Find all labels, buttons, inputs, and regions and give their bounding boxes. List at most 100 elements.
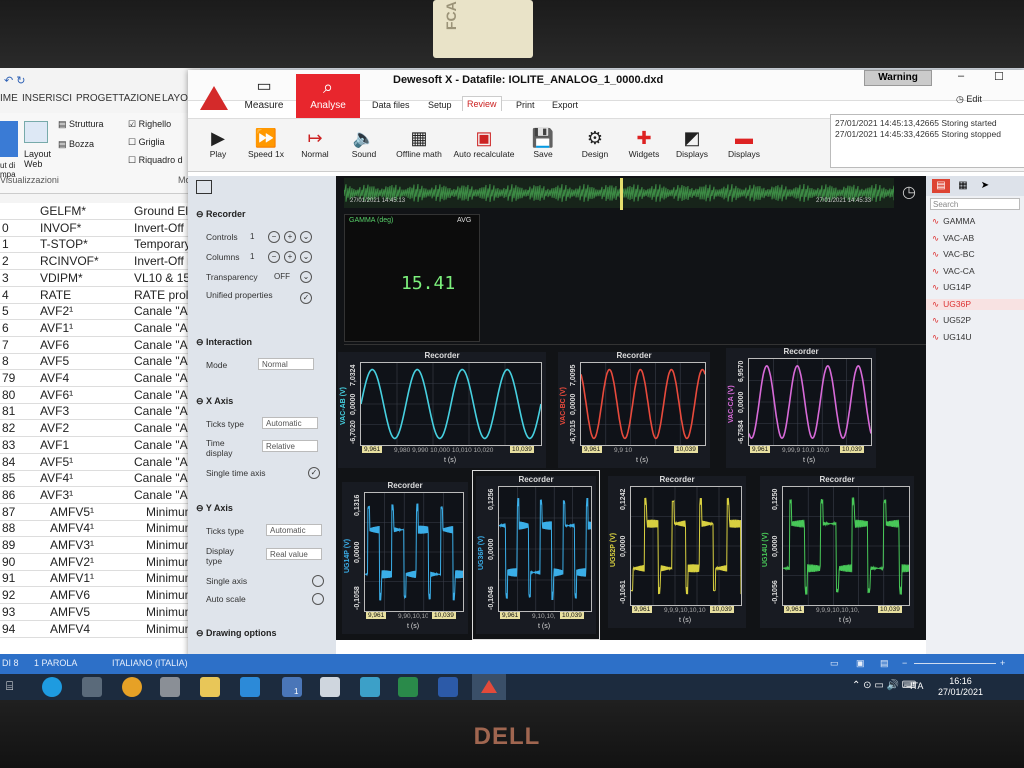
warning-button[interactable]: Warning [864, 70, 932, 86]
outlook-icon[interactable]: 1 [282, 677, 302, 697]
auto-recalculate-button[interactable]: ▣ Auto recalculate [450, 127, 518, 159]
recorder-chart[interactable]: Recorder UG52P (V) 0,1242 0,0000 -0,1061 9,96… [608, 475, 746, 628]
controls-dropdown-button[interactable]: ⌄ [300, 231, 312, 243]
menu-print[interactable]: Print [516, 100, 535, 110]
columns-minus-button[interactable]: − [268, 251, 280, 263]
interaction-section[interactable]: ⊖ Interaction [196, 337, 252, 348]
word-tab-home[interactable]: IME [0, 93, 18, 104]
displays-menu-button[interactable]: ▬ Displays [724, 127, 764, 159]
x-axis-section[interactable]: ⊖ X Axis [196, 396, 233, 407]
channel-item[interactable]: ∿ GAMMA [932, 216, 975, 227]
word-undo-icon[interactable]: ↶ ↻ [4, 74, 26, 87]
measure-button[interactable]: ▭ Measure [232, 74, 296, 118]
play-button[interactable]: ▶ Play [202, 127, 234, 159]
channels-tab-icon[interactable]: ▤ [932, 179, 950, 193]
recorder-chart[interactable]: Recorder VAC-AB (V) 7,0324 0,0000 -6,7020 9,9… [338, 351, 546, 468]
sound-button[interactable]: 🔈 Sound [346, 127, 382, 159]
word-tab-design[interactable]: PROGETTAZIONE [76, 93, 161, 104]
plot-area[interactable] [360, 362, 542, 446]
unified-properties-checkbox[interactable]: ✓ [300, 292, 312, 304]
channel-item[interactable]: ∿ UG52P [932, 315, 971, 326]
speed-button[interactable]: ⏩ Speed 1x [244, 127, 288, 159]
web-layout-view-icon[interactable]: ▤ [880, 658, 889, 669]
edge-icon[interactable] [42, 677, 62, 697]
input-language[interactable]: ITA [910, 681, 923, 691]
columns-dropdown-button[interactable]: ⌄ [300, 251, 312, 263]
taskbar-clock[interactable]: 16:16 27/01/2021 [938, 676, 983, 698]
chrome-icon[interactable] [122, 677, 142, 697]
ticks-type-y-select[interactable]: Automatic [266, 524, 322, 536]
minimize-button[interactable]: – [958, 70, 964, 82]
plot-area[interactable] [748, 358, 872, 446]
plot-area[interactable] [580, 362, 706, 446]
notes-icon[interactable] [320, 677, 340, 697]
save-button[interactable]: 💾 Save [528, 127, 558, 159]
ticks-type-x-select[interactable]: Automatic [262, 417, 318, 429]
analyse-button[interactable]: ⌕ Analyse [296, 74, 360, 118]
design-button[interactable]: ⚙ Design [578, 127, 612, 159]
read-mode-icon[interactable]: ▭ [830, 658, 839, 669]
auto-scale-checkbox[interactable] [312, 593, 324, 605]
print-layout-icon[interactable] [0, 121, 18, 157]
menu-review[interactable]: Review [462, 96, 502, 111]
bozza-button[interactable]: ▤ Bozza [58, 139, 94, 150]
time-display-select[interactable]: Relative [262, 440, 318, 452]
mode-select[interactable]: Normal [258, 358, 314, 370]
word-icon[interactable] [438, 677, 458, 697]
zoom-slider[interactable] [914, 663, 996, 664]
drawing-options-section[interactable]: ⊖ Drawing options [196, 628, 277, 639]
offline-math-button[interactable]: ▦ Offline math [392, 127, 446, 159]
riquadro-checkbox[interactable]: ☐ Riquadro d [128, 155, 183, 166]
zoom-out-button[interactable]: − [902, 658, 907, 668]
edit-button[interactable]: ◷ Edit [956, 94, 982, 105]
struttura-button[interactable]: ▤ Struttura [58, 119, 104, 130]
channel-item[interactable]: ∿ UG14U [932, 332, 971, 343]
recorder-chart[interactable]: Recorder VAC-BC (V) 7,0095 0,0000 -6,7015 9,9… [558, 351, 710, 468]
recorder-chart[interactable]: Recorder UG14U (V) 0,1250 0,0000 -0,1056 9,96… [760, 475, 914, 628]
recorder-chart[interactable]: Recorder UG14P (V) 0,1316 0,0000 -0,1058 9,96… [342, 481, 468, 634]
menu-setup[interactable]: Setup [428, 100, 452, 110]
word-tab-insert[interactable]: INSERISCI [22, 93, 72, 104]
channel-item[interactable]: ∿ UG36P [926, 298, 1024, 310]
single-axis-checkbox[interactable] [312, 575, 324, 587]
single-time-axis-checkbox[interactable]: ✓ [308, 467, 320, 479]
channel-item[interactable]: ∿ VAC-CA [932, 266, 975, 277]
menu-data-files[interactable]: Data files [372, 100, 410, 110]
controls-minus-button[interactable]: − [268, 231, 280, 243]
store-icon[interactable] [160, 677, 180, 697]
recorder-section[interactable]: ⊖ Recorder [196, 209, 246, 220]
plot-area[interactable] [630, 486, 742, 606]
controls-plus-button[interactable]: + [284, 231, 296, 243]
transparency-dropdown-button[interactable]: ⌄ [300, 271, 312, 283]
mail-icon[interactable] [240, 677, 260, 697]
tray-icons[interactable]: ⌃ ⊙ ▭ 🔊 ⌨ [852, 680, 916, 691]
maximize-button[interactable]: ☐ [994, 70, 1004, 83]
cursor-icon[interactable]: ➤ [976, 179, 994, 193]
photos-icon[interactable] [360, 677, 380, 697]
plot-area[interactable] [364, 492, 464, 612]
excel-icon[interactable] [398, 677, 418, 697]
web-layout-icon[interactable] [24, 121, 48, 143]
plot-area[interactable] [782, 486, 910, 606]
channel-item[interactable]: ∿ VAC-AB [932, 233, 974, 244]
normal-button[interactable]: ↦ Normal [296, 127, 334, 159]
displays-button[interactable]: ◩ Displays [672, 127, 712, 159]
task-view-icon[interactable]: ⌸ [6, 679, 13, 694]
file-explorer-icon[interactable] [200, 677, 220, 697]
righello-checkbox[interactable]: ☑ Righello [128, 119, 171, 130]
print-layout-view-icon[interactable]: ▣ [856, 658, 865, 669]
widgets-button[interactable]: ✚ Widgets [624, 127, 664, 159]
panel-toggle-icon[interactable] [196, 180, 212, 194]
recorder-chart[interactable]: Recorder VAC-CA (V) 6,9570 0,0000 -6,7584 9,9… [726, 347, 876, 468]
channel-item[interactable]: ∿ UG14P [932, 282, 971, 293]
griglia-checkbox[interactable]: ☐ Griglia [128, 137, 165, 148]
y-axis-section[interactable]: ⊖ Y Axis [196, 503, 233, 514]
display-type-select[interactable]: Real value [266, 548, 322, 560]
menu-export[interactable]: Export [552, 100, 578, 110]
dewesoft-taskbar-icon[interactable] [472, 674, 506, 700]
channel-item[interactable]: ∿ VAC-BC [932, 249, 975, 260]
list-view-icon[interactable]: ▦ [954, 179, 972, 193]
columns-plus-button[interactable]: + [284, 251, 296, 263]
media-icon[interactable] [82, 677, 102, 697]
channel-search-input[interactable]: Search [930, 198, 1020, 210]
